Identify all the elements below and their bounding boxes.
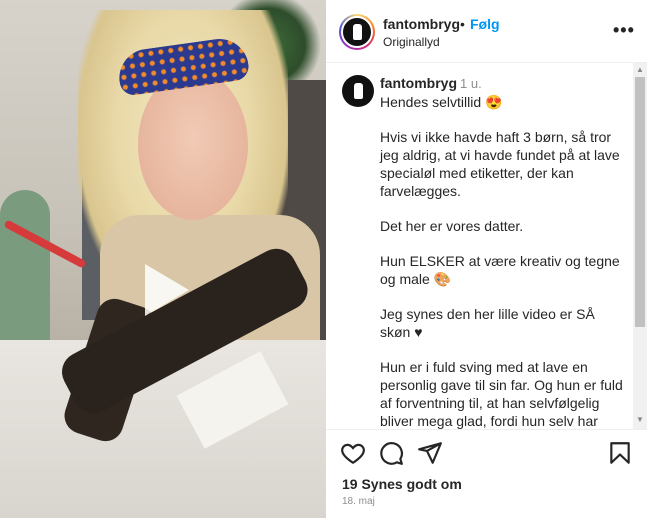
separator-dot: • xyxy=(460,16,465,32)
play-icon[interactable] xyxy=(131,258,195,322)
scroll-thumb[interactable] xyxy=(635,77,645,327)
more-options-icon[interactable]: ••• xyxy=(613,20,635,41)
post-header: fantombryg • Følg Originallyd ••• xyxy=(326,0,647,63)
like-count[interactable]: 19 Synes godt om xyxy=(342,476,462,492)
bookmark-icon[interactable] xyxy=(607,440,633,466)
video-player[interactable] xyxy=(0,0,326,518)
post-date[interactable]: 18. maj xyxy=(342,496,375,507)
caption-paragraph: Det her er vores datter. xyxy=(380,218,524,234)
scroll-up-arrow-icon[interactable]: ▲ xyxy=(636,65,644,74)
username-link[interactable]: fantombryg xyxy=(383,16,460,32)
caption-area: fantombryg 1 u. Hendes selvtillid 😍 Hvis… xyxy=(326,63,647,429)
caption-time[interactable]: 1 u. xyxy=(460,76,482,91)
chair-image xyxy=(0,190,50,350)
caption-username[interactable]: fantombryg xyxy=(380,75,457,91)
bottle-logo-icon xyxy=(352,24,362,40)
caption-paragraph: Hun er i fuld sving med at lave en perso… xyxy=(380,359,623,429)
girl-face-image xyxy=(138,70,248,220)
caption-paragraph: Hun ELSKER at være kreativ og tegne og m… xyxy=(380,253,620,287)
bottle-logo-icon xyxy=(353,83,363,99)
avatar-logo xyxy=(341,16,373,48)
action-bar xyxy=(326,438,647,470)
follow-button[interactable]: Følg xyxy=(470,16,500,32)
comment-icon[interactable] xyxy=(378,440,404,466)
caption-paragraph: Hvis vi ikke havde haft 3 børn, så tror … xyxy=(380,129,620,199)
heart-icon[interactable] xyxy=(340,440,366,466)
caption-avatar[interactable] xyxy=(342,75,374,107)
share-icon[interactable] xyxy=(417,440,443,466)
avatar[interactable] xyxy=(339,14,375,50)
scroll-down-arrow-icon[interactable]: ▼ xyxy=(636,415,644,424)
divider xyxy=(326,429,647,430)
caption-paragraph: Jeg synes den her lille video er SÅ skøn… xyxy=(380,306,595,340)
post-panel: fantombryg • Følg Originallyd ••• fantom… xyxy=(326,0,647,518)
audio-label[interactable]: Originallyd xyxy=(383,35,440,49)
caption-scrollbar[interactable]: ▲ ▼ xyxy=(633,63,647,429)
caption-paragraph: Hendes selvtillid 😍 xyxy=(380,94,503,110)
caption-text: Hendes selvtillid 😍 Hvis vi ikke havde h… xyxy=(380,93,625,429)
